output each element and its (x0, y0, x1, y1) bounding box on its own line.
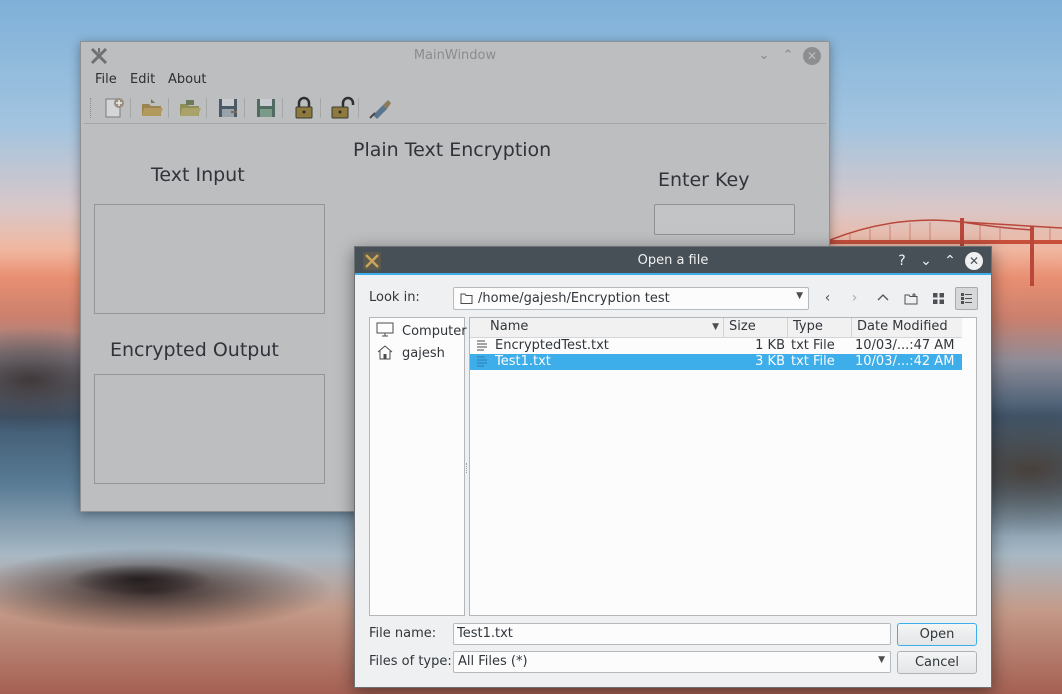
main-window-titlebar[interactable]: MainWindow ⌄ ⌃ ✕ (81, 42, 829, 70)
clear-brush-icon[interactable] (367, 95, 393, 121)
text-file-icon (477, 340, 487, 351)
file-name-label: File name: (369, 626, 437, 641)
key-input[interactable] (654, 204, 795, 235)
files-of-type-value: All Files (*) (458, 654, 528, 669)
sidebar-item-computer[interactable]: Computer (376, 322, 467, 342)
toolbar-separator (168, 98, 169, 118)
menu-about[interactable]: About (168, 72, 206, 87)
minimize-icon[interactable]: ⌄ (917, 252, 935, 270)
forward-icon[interactable]: › (843, 287, 866, 310)
column-header-date[interactable]: Date Modified (852, 318, 962, 338)
file-type: txt File (791, 354, 835, 369)
sidebar-item-gajesh[interactable]: gajesh (376, 344, 462, 364)
file-modified: 10/03/...:47 AM (855, 338, 955, 353)
file-name: Test1.txt (495, 354, 551, 369)
lock-icon[interactable] (291, 95, 317, 121)
column-header-name[interactable]: Name ▼ (470, 318, 724, 338)
sidebar-item-label: Computer (402, 324, 467, 339)
look-in-combo[interactable]: /home/gajesh/Encryption test ▼ (453, 287, 809, 310)
maximize-icon[interactable]: ⌃ (779, 47, 797, 65)
look-in-path: /home/gajesh/Encryption test (478, 291, 670, 306)
file-type: txt File (791, 338, 835, 353)
main-window-title: MainWindow (413, 48, 497, 63)
icon-view-icon[interactable] (927, 287, 950, 310)
menu-edit[interactable]: Edit (130, 72, 155, 87)
file-name: EncryptedTest.txt (495, 338, 609, 353)
page-title: Plain Text Encryption (353, 139, 552, 161)
file-size: 1 KB (755, 338, 785, 353)
table-row-selected[interactable]: Test1.txt 3 KB txt File 10/03/...:42 AM (470, 354, 962, 370)
column-header-size[interactable]: Size (724, 318, 788, 338)
toolbar-separator (244, 98, 245, 118)
save-as-icon[interactable] (253, 95, 279, 121)
maximize-icon[interactable]: ⌃ (941, 252, 959, 270)
file-list: Name ▼ Size Type Date Modified Encrypted… (469, 317, 977, 616)
text-input-box[interactable] (94, 204, 325, 314)
close-icon[interactable]: ✕ (965, 252, 983, 270)
computer-icon (376, 322, 394, 337)
file-list-header: Name ▼ Size Type Date Modified (470, 318, 962, 338)
toolbar-separator (320, 98, 321, 118)
toolbar-separator (206, 98, 207, 118)
toolbar-separator (282, 98, 283, 118)
files-of-type-label: Files of type: (369, 654, 452, 669)
places-sidebar: Computer gajesh (369, 317, 467, 616)
files-of-type-combo[interactable]: All Files (*) ▼ (453, 651, 891, 673)
encrypted-output-label: Encrypted Output (110, 339, 279, 361)
minimize-icon[interactable]: ⌄ (755, 47, 773, 65)
new-folder-icon[interactable] (899, 287, 922, 310)
open-folder-icon[interactable] (139, 95, 165, 121)
enter-key-label: Enter Key (658, 169, 750, 191)
menu-file[interactable]: File (95, 72, 117, 87)
chevron-down-icon: ▼ (796, 291, 803, 301)
text-file-icon (477, 356, 487, 367)
sort-descending-icon: ▼ (712, 322, 719, 332)
detail-view-icon[interactable] (955, 287, 978, 310)
back-icon[interactable]: ‹ (816, 287, 839, 310)
column-header-type[interactable]: Type (788, 318, 852, 338)
text-input-label: Text Input (151, 164, 245, 186)
table-row[interactable]: EncryptedTest.txt 1 KB txt File 10/03/..… (470, 338, 962, 354)
dialog-titlebar[interactable]: Open a file ? ⌄ ⌃ ✕ (355, 247, 991, 275)
parent-directory-icon[interactable] (871, 287, 894, 310)
unlock-icon[interactable] (329, 95, 355, 121)
encrypted-output-box[interactable] (94, 374, 325, 484)
cancel-button[interactable]: Cancel (897, 651, 977, 674)
column-label: Name (490, 319, 529, 334)
toolbar-grip[interactable] (90, 98, 91, 118)
home-icon (377, 345, 393, 360)
close-icon[interactable]: ✕ (803, 47, 821, 65)
chevron-down-icon: ▼ (878, 655, 885, 665)
file-size: 3 KB (755, 354, 785, 369)
sidebar-item-label: gajesh (402, 346, 445, 361)
splitter-handle[interactable] (466, 463, 468, 473)
open-file-dialog: Open a file ? ⌄ ⌃ ✕ Look in: /home/gajes… (354, 246, 992, 688)
file-name-field[interactable]: Test1.txt (453, 623, 891, 645)
folder-icon (460, 293, 473, 304)
toolbar-separator (130, 98, 131, 118)
file-modified: 10/03/...:42 AM (855, 354, 955, 369)
save-icon[interactable] (215, 95, 241, 121)
toolbar-separator (358, 98, 359, 118)
look-in-label: Look in: (369, 290, 420, 305)
open-button[interactable]: Open (897, 623, 977, 646)
open-folder-green-icon[interactable] (177, 95, 203, 121)
toolbar (84, 92, 826, 124)
help-icon[interactable]: ? (893, 252, 911, 270)
menubar: File Edit About (81, 70, 829, 92)
new-file-icon[interactable] (101, 95, 127, 121)
